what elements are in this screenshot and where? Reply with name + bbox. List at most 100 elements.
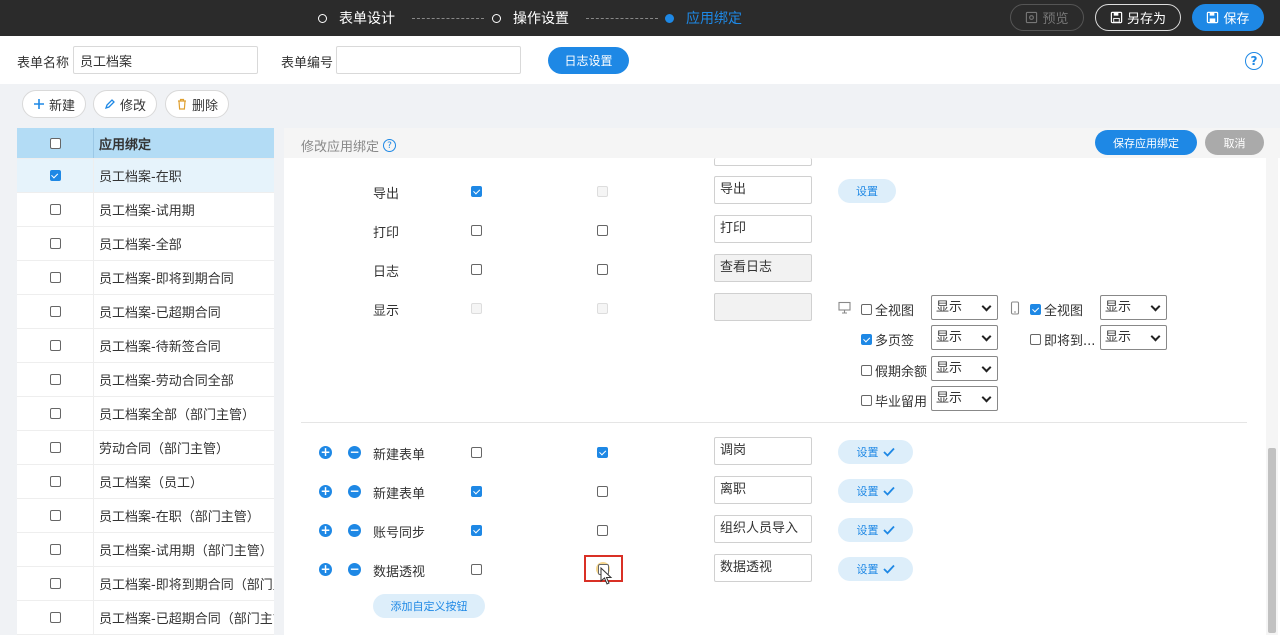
display-option-checkbox[interactable] [861,304,872,315]
list-item-checkbox[interactable] [49,204,61,215]
enable-checkbox[interactable] [471,486,482,497]
enable-checkbox[interactable] [471,225,482,236]
button-text-input[interactable]: 查看日志 [714,254,812,282]
settings-button[interactable]: 设置 [838,479,913,503]
save-as-button[interactable]: 另存为 [1095,4,1181,31]
settings-button[interactable]: 设置 [838,557,913,581]
form-name-input[interactable] [73,46,258,74]
display-select[interactable]: 显示 [931,386,998,411]
enable-checkbox[interactable] [471,564,482,575]
list-item[interactable]: 员工档案-即将到期合同 [17,261,274,295]
list-item[interactable]: 员工档案全部（部门主管） [17,397,274,431]
display-option[interactable]: 毕业留用 [861,391,927,410]
list-item[interactable]: 员工档案-已超期合同（部门主管 [17,601,274,635]
display-option[interactable]: 全视图 [861,300,914,319]
display-option-checkbox[interactable] [861,365,872,376]
list-item-checkbox[interactable] [49,170,61,181]
mobile-display-checkbox[interactable] [1030,304,1041,315]
mobile-display-select[interactable]: 显示 [1100,325,1167,350]
enable-checkbox[interactable] [471,186,482,197]
list-item[interactable]: 员工档案-已超期合同 [17,295,274,329]
mobile-checkbox[interactable] [597,447,608,458]
mobile-checkbox[interactable] [597,525,608,536]
list-item-checkbox[interactable] [49,340,61,351]
list-item-checkbox[interactable] [49,544,61,555]
display-option[interactable]: 多页签 [861,330,914,349]
step-app-binding[interactable]: 应用绑定 [665,0,742,36]
log-settings-button[interactable]: 日志设置 [548,47,629,74]
list-item-checkbox[interactable] [49,510,61,521]
display-option-checkbox[interactable] [861,334,872,345]
list-item[interactable]: 劳动合同（部门主管） [17,431,274,465]
settings-button[interactable]: 设置 [838,440,913,464]
list-item-checkbox[interactable] [49,374,61,385]
list-item[interactable]: 员工档案（员工） [17,465,274,499]
add-row-icon[interactable]: + [319,446,332,459]
button-text-input[interactable]: 导出 [714,176,812,204]
list-item-checkbox[interactable] [49,272,61,283]
text-input[interactable] [714,158,812,166]
list-item-checkbox[interactable] [49,408,61,419]
list-item[interactable]: 员工档案-劳动合同全部 [17,363,274,397]
settings-button[interactable]: 设置 [838,179,896,203]
editor-scrollbar[interactable] [1266,158,1278,635]
scrollbar-thumb[interactable] [1268,448,1276,633]
list-item-checkbox[interactable] [49,306,61,317]
step-form-design[interactable]: 表单设计 [318,0,395,36]
list-item-checkbox[interactable] [49,238,61,249]
list-item[interactable]: 员工档案-试用期 [17,193,274,227]
mobile-display-option[interactable]: 全视图 [1030,300,1083,319]
mobile-display-select[interactable]: 显示 [1100,295,1167,320]
display-select[interactable]: 显示 [931,295,998,320]
add-custom-button[interactable]: 添加自定义按钮 [373,594,485,618]
mobile-checkbox[interactable] [597,264,608,275]
button-text-input[interactable]: 离职 [714,476,812,504]
add-row-icon[interactable]: + [319,524,332,537]
save-button[interactable]: 保存 [1192,4,1264,31]
list-item-checkbox[interactable] [49,442,61,453]
remove-row-icon[interactable]: − [348,563,361,576]
new-button[interactable]: 新建 [22,90,86,118]
help-icon[interactable]: ? [1245,52,1263,70]
display-option[interactable]: 假期余额 [861,361,927,380]
list-item[interactable]: 员工档案-试用期（部门主管） [17,533,274,567]
mobile-checkbox[interactable] [597,486,608,497]
list-item[interactable]: 员工档案-在职（部门主管） [17,499,274,533]
mobile-display-option[interactable]: 即将到... [1030,330,1095,349]
mobile-checkbox[interactable] [597,225,608,236]
display-select[interactable]: 显示 [931,325,998,350]
list-item-checkbox[interactable] [49,612,61,623]
save-binding-button[interactable]: 保存应用绑定 [1095,130,1197,155]
mobile-display-checkbox[interactable] [1030,334,1041,345]
preview-button[interactable]: 预览 [1010,4,1084,31]
list-item[interactable]: 员工档案-在职 [17,159,274,193]
list-item[interactable]: 员工档案-全部 [17,227,274,261]
display-option-checkbox[interactable] [861,395,872,406]
list-item[interactable]: 员工档案-即将到期合同（部门主 [17,567,274,601]
settings-button[interactable]: 设置 [838,518,913,542]
question-icon[interactable]: ? [383,139,397,152]
delete-button[interactable]: 删除 [165,90,229,118]
button-text-input[interactable]: 数据透视 [714,554,812,582]
display-select[interactable]: 显示 [931,356,998,381]
button-text-input[interactable]: 调岗 [714,437,812,465]
cancel-button[interactable]: 取消 [1205,130,1264,155]
enable-checkbox[interactable] [471,525,482,536]
enable-checkbox[interactable] [471,447,482,458]
button-text-input[interactable]: 组织人员导入 [714,515,812,543]
enable-checkbox[interactable] [471,264,482,275]
select-all-checkbox[interactable] [49,137,61,149]
button-text-input[interactable]: 打印 [714,215,812,243]
add-row-icon[interactable]: + [319,563,332,576]
list-item-checkbox[interactable] [49,578,61,589]
add-row-icon[interactable]: + [319,485,332,498]
form-code-input[interactable] [336,46,521,74]
remove-row-icon[interactable]: − [348,446,361,459]
step-operation-settings[interactable]: 操作设置 [492,0,569,36]
list-item-checkbox[interactable] [49,476,61,487]
edit-button[interactable]: 修改 [93,90,157,118]
button-text-input[interactable] [714,293,812,321]
remove-row-icon[interactable]: − [348,524,361,537]
remove-row-icon[interactable]: − [348,485,361,498]
list-item[interactable]: 员工档案-待新签合同 [17,329,274,363]
